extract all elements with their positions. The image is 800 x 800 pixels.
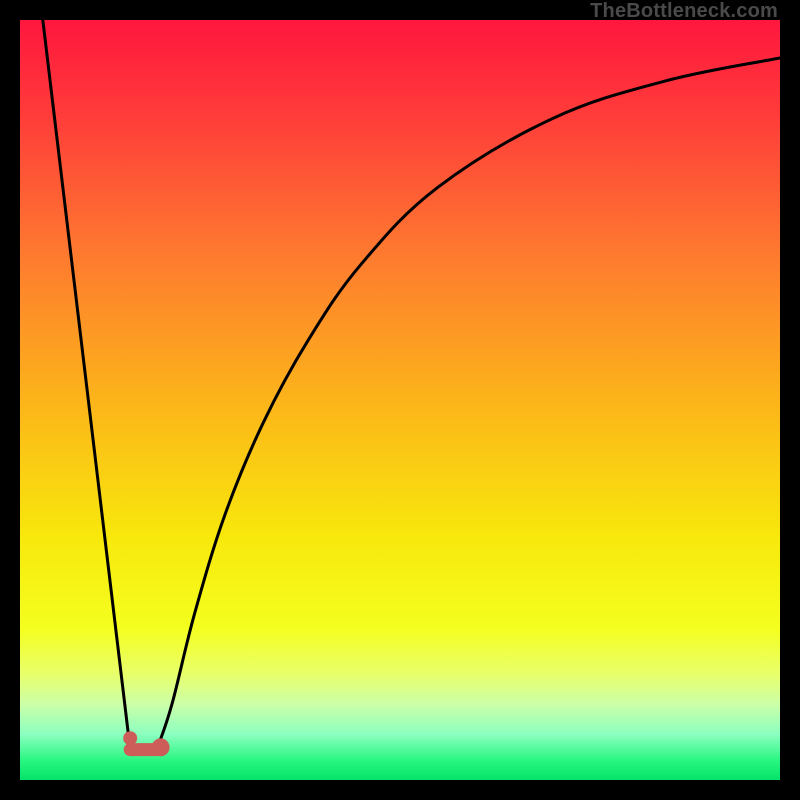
curve-left-branch — [43, 20, 130, 750]
curve-layer — [20, 20, 780, 780]
curve-right-branch — [157, 58, 780, 750]
chart-frame: TheBottleneck.com — [0, 0, 800, 800]
min-dot-right — [152, 738, 170, 756]
min-dot-left — [123, 731, 137, 745]
watermark-text: TheBottleneck.com — [590, 0, 778, 23]
plot-area — [20, 20, 780, 780]
